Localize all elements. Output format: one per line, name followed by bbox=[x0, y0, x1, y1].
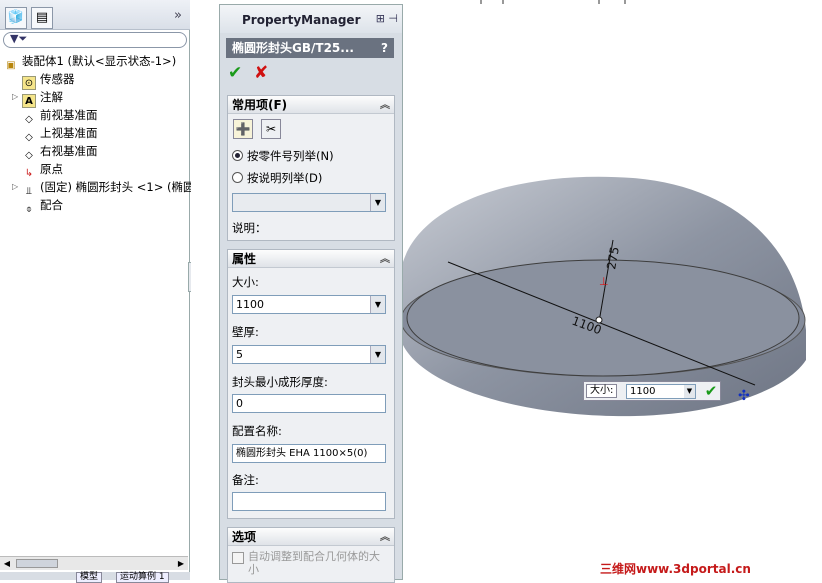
size-label: 大小: bbox=[232, 275, 259, 289]
tree-item-label: 装配体1 (默认<显示状态-1>) bbox=[22, 54, 177, 68]
config-name-label: 配置名称: bbox=[232, 424, 282, 438]
cancel-icon[interactable]: ✘ bbox=[254, 63, 268, 83]
tree-item-mates[interactable]: ⌽ 配合 bbox=[22, 196, 63, 215]
radio-by-part-number[interactable]: 按零件号列举(N) bbox=[232, 148, 334, 164]
note-input[interactable] bbox=[232, 492, 386, 511]
filter-icon[interactable]: ▼⏷ bbox=[10, 32, 27, 46]
graphics-viewport[interactable]: 1100 275 ⊥ ✣ 大小: 1100 ▼ ✔ bbox=[403, 0, 822, 580]
radio-label: 按说明列举(D) bbox=[247, 171, 323, 185]
scroll-left-icon[interactable]: ◀ bbox=[0, 557, 14, 571]
tree-item-label: 右视基准面 bbox=[40, 144, 98, 158]
group-title: 常用项(F) bbox=[232, 98, 288, 112]
mate-icon: ⌽ bbox=[26, 204, 32, 215]
thickness-label: 壁厚: bbox=[232, 325, 259, 339]
triad-icon: ✣ bbox=[738, 388, 750, 404]
min-thickness-input[interactable]: 0 bbox=[232, 394, 386, 413]
radio-button[interactable] bbox=[232, 172, 243, 183]
help-icon[interactable]: ? bbox=[381, 38, 388, 58]
group-title: 选项 bbox=[232, 530, 257, 544]
ok-icon[interactable]: ✔ bbox=[228, 63, 242, 83]
scroll-right-icon[interactable]: ▶ bbox=[174, 557, 188, 571]
feature-name-bar: 椭圆形封头GB/T25... ? bbox=[226, 38, 394, 58]
tree-item-assembly[interactable]: ▣ 装配体1 (默认<显示状态-1>) bbox=[4, 52, 177, 71]
tree-tab-bar: 🧊 ▤ » bbox=[0, 0, 190, 30]
tree-item-label: 原点 bbox=[40, 162, 63, 176]
chevron-down-icon[interactable]: ▼ bbox=[370, 296, 385, 313]
watermark: 三维网www.3dportal.cn bbox=[600, 562, 751, 576]
min-thickness-label: 封头最小成形厚度: bbox=[232, 375, 328, 389]
axis-marker-icon: ⊥ bbox=[599, 275, 609, 288]
tab-motion-study[interactable]: 运动算例 1 bbox=[116, 572, 169, 583]
featuremanager-tab[interactable]: 🧊 bbox=[5, 7, 27, 29]
tree-horizontal-scrollbar[interactable]: ◀ ▶ bbox=[0, 556, 188, 570]
popup-size-select[interactable]: 1100 ▼ bbox=[626, 384, 696, 399]
head-model[interactable]: 1100 275 ⊥ ✣ bbox=[403, 0, 822, 580]
collapse-group-icon[interactable]: ︽ bbox=[380, 251, 390, 269]
popup-size-label: 大小: bbox=[586, 384, 618, 398]
tree-item-top-plane[interactable]: ◇ 上视基准面 bbox=[22, 124, 98, 143]
feature-name: 椭圆形封头GB/T25... bbox=[232, 41, 354, 55]
feature-tree-panel: 🧊 ▤ » ▼⏷ ▣ 装配体1 (默认<显示状态-1>) ⊙ 传感器 ▷ A 注解 ◇… bbox=[0, 0, 195, 583]
options-group: 选项 ︽ 自动调整到配合几何体的大小 bbox=[227, 527, 395, 583]
chevron-down-icon[interactable]: ▼ bbox=[370, 194, 385, 211]
scroll-thumb[interactable] bbox=[16, 559, 58, 568]
collapse-group-icon[interactable]: ︽ bbox=[380, 97, 390, 115]
tree-item-label: 注解 bbox=[40, 90, 63, 104]
tree-item-label: 配合 bbox=[40, 198, 63, 212]
property-manager: PropertyManager ⊞ ⊣ 椭圆形封头GB/T25... ? ✔ ✘… bbox=[219, 4, 403, 583]
radio-label: 按零件号列举(N) bbox=[247, 149, 334, 163]
pin-icon[interactable]: ⊞ ⊣ bbox=[376, 12, 398, 25]
group-header[interactable]: 属性 ︽ bbox=[228, 250, 394, 268]
thickness-value: 5 bbox=[236, 348, 243, 361]
thickness-select[interactable]: 5 ▼ bbox=[232, 345, 386, 364]
auto-adjust-label: 自动调整到配合几何体的大小 bbox=[248, 550, 380, 576]
propertymanager-tab[interactable]: ▤ bbox=[31, 7, 53, 29]
radio-button[interactable] bbox=[232, 150, 243, 161]
size-select[interactable]: 1100 ▼ bbox=[232, 295, 386, 314]
properties-group: 属性 ︽ 大小: 1100 ▼ 壁厚: 5 ▼ 封头最小成形厚度: 0 配置名称… bbox=[227, 249, 395, 519]
popup-size-value: 1100 bbox=[630, 386, 656, 397]
tree-filter[interactable]: ▼⏷ bbox=[3, 32, 187, 48]
group-header[interactable]: 常用项(F) ︽ bbox=[228, 96, 394, 114]
remove-from-library-icon[interactable]: ✂ bbox=[261, 119, 281, 139]
tree-item-origin[interactable]: ↳ 原点 bbox=[22, 160, 63, 179]
panel-gap bbox=[191, 0, 219, 580]
tree-item-part[interactable]: ▷ ⫫ (固定) 椭圆形封头 <1> (椭圆 bbox=[12, 178, 195, 197]
tree-item-annotations[interactable]: ▷ A 注解 bbox=[12, 88, 63, 108]
note-label: 备注: bbox=[232, 473, 259, 487]
description-select[interactable]: ▼ bbox=[232, 193, 386, 212]
pm-header: PropertyManager ⊞ ⊣ bbox=[220, 5, 402, 33]
bottom-tab-bar: 模型 运动算例 1 bbox=[0, 572, 190, 583]
collapse-icon[interactable]: » bbox=[170, 8, 186, 24]
auto-adjust-checkbox[interactable] bbox=[232, 552, 244, 564]
tree-item-label: 上视基准面 bbox=[40, 126, 98, 140]
tree-item-label: 前视基准面 bbox=[40, 108, 98, 122]
config-name-input[interactable]: 椭圆形封头 EHA 1100×5(0) bbox=[232, 444, 386, 463]
tree-item-front-plane[interactable]: ◇ 前视基准面 bbox=[22, 106, 98, 125]
pm-title: PropertyManager bbox=[242, 13, 361, 27]
add-to-library-icon[interactable]: ➕ bbox=[233, 119, 253, 139]
chevron-down-icon[interactable]: ▼ bbox=[370, 346, 385, 363]
tree-item-label: (固定) 椭圆形封头 <1> (椭圆 bbox=[40, 180, 195, 194]
size-popup[interactable]: 大小: 1100 ▼ ✔ bbox=[583, 381, 721, 401]
expand-icon[interactable]: ▷ bbox=[12, 88, 18, 106]
group-title: 属性 bbox=[232, 252, 257, 266]
radio-by-description[interactable]: 按说明列举(D) bbox=[232, 170, 322, 186]
popup-ok-icon[interactable]: ✔ bbox=[700, 382, 722, 400]
description-label: 说明： bbox=[232, 221, 267, 235]
tab-model[interactable]: 模型 bbox=[76, 572, 103, 583]
chevron-down-icon[interactable]: ▼ bbox=[684, 385, 695, 398]
size-value: 1100 bbox=[236, 298, 264, 311]
group-header[interactable]: 选项 ︽ bbox=[228, 528, 394, 546]
assembly-icon: ▣ bbox=[6, 60, 16, 71]
expand-icon[interactable]: ▷ bbox=[12, 178, 18, 196]
tree-item-right-plane[interactable]: ◇ 右视基准面 bbox=[22, 142, 98, 161]
collapse-group-icon[interactable]: ︽ bbox=[380, 529, 390, 547]
common-group: 常用项(F) ︽ ➕ ✂ 按零件号列举(N) 按说明列举(D) ▼ 说明： bbox=[227, 95, 395, 241]
tree-item-sensors[interactable]: ⊙ 传感器 bbox=[22, 70, 75, 90]
tree-item-label: 传感器 bbox=[40, 72, 75, 86]
